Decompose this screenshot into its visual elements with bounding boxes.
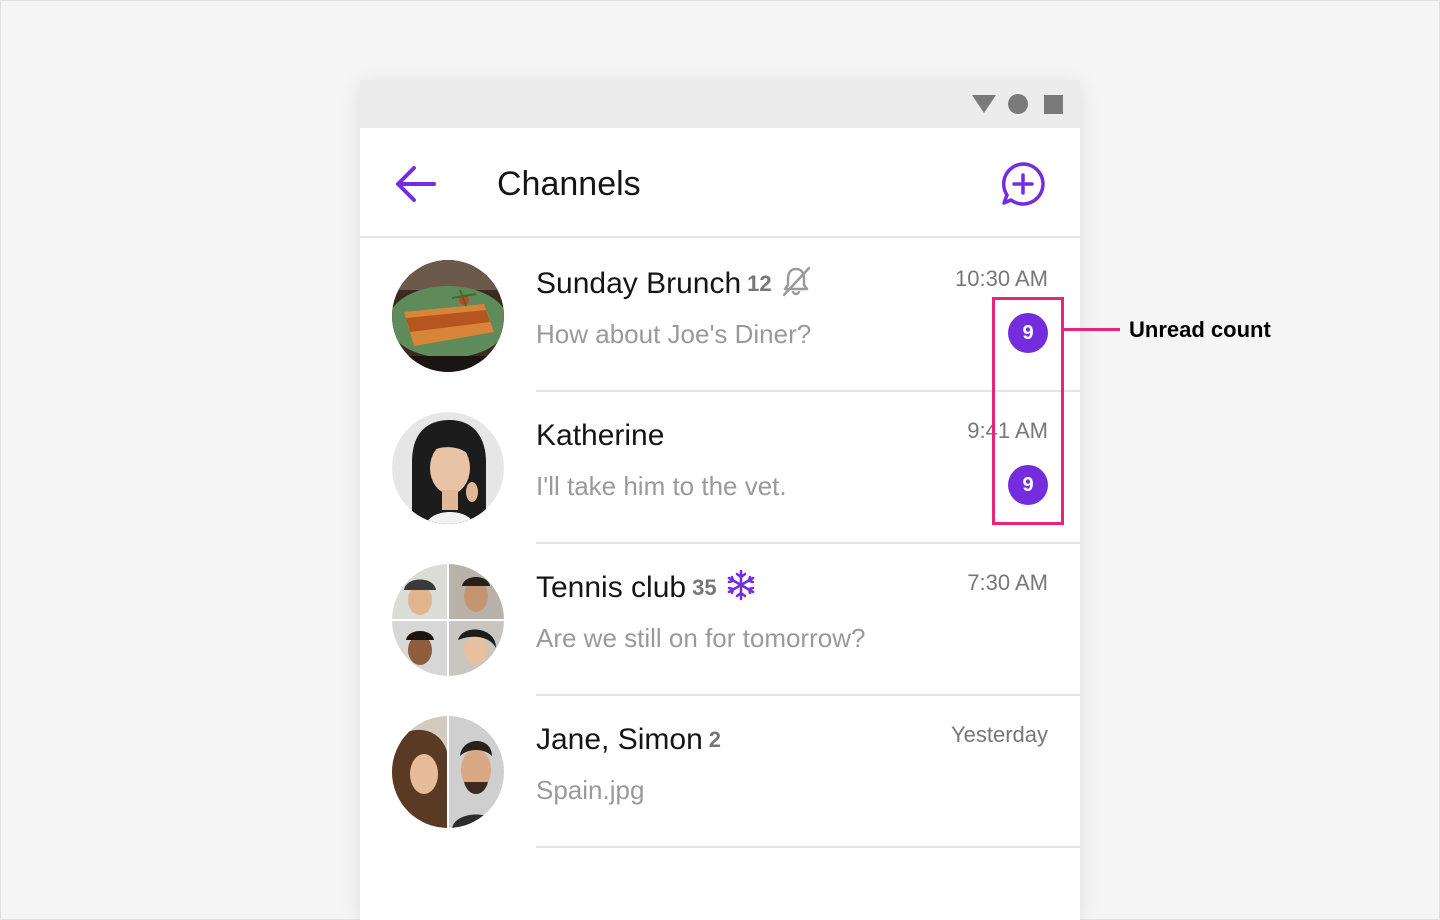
message-preview: Spain.jpg — [536, 775, 645, 805]
avatar-pair-collage — [392, 716, 504, 828]
message-preview: How about Joe's Diner? — [536, 319, 812, 349]
status-bar — [360, 80, 1080, 128]
timestamp: Yesterday — [950, 722, 1048, 747]
app-header: Channels — [360, 128, 1080, 238]
channel-row-tennis-club[interactable]: Tennis club 35 Are we still on for tomorr… — [360, 544, 1080, 696]
phone-screen: Channels Sunday Brunch 12 How about Joe'… — [360, 80, 1080, 920]
page-title: Channels — [497, 165, 641, 203]
message-preview: I'll take him to the vet. — [536, 471, 787, 501]
channel-name-line: Sunday Brunch 12 — [536, 264, 812, 308]
member-count: 35 — [692, 575, 717, 600]
timestamp: 7:30 AM — [967, 570, 1048, 595]
chat-bubble-plus-icon — [1001, 162, 1045, 206]
message-preview: Are we still on for tomorrow? — [536, 623, 866, 653]
avatar-person-photo — [392, 412, 504, 524]
channel-name: Sunday Brunch — [536, 267, 742, 300]
channel-row-katherine[interactable]: Katherine I'll take him to the vet. 9:41… — [360, 392, 1080, 544]
recent-square-icon — [1044, 95, 1063, 114]
channel-name: Tennis club — [536, 571, 687, 604]
snowflake-frozen-icon — [725, 569, 757, 612]
member-count: 2 — [708, 727, 722, 752]
avatar-group-collage — [392, 564, 504, 676]
annotation-label: Unread count — [1129, 317, 1271, 342]
member-count: 12 — [747, 271, 772, 296]
channel-row-jane-simon[interactable]: Jane, Simon 2 Spain.jpg Yesterday — [360, 696, 1080, 848]
new-channel-button[interactable] — [1000, 161, 1046, 207]
channel-name: Katherine — [536, 419, 665, 452]
annotation-highlight-box — [992, 297, 1064, 525]
row-divider — [536, 846, 1080, 848]
channel-name-line: Katherine — [536, 416, 664, 456]
avatar-food-photo — [392, 260, 504, 372]
signal-triangle-icon — [972, 95, 996, 113]
channel-name-line: Jane, Simon 2 — [536, 720, 721, 760]
channel-name: Jane, Simon — [536, 723, 703, 756]
bell-muted-icon — [780, 265, 812, 308]
annotation-leader-line — [1062, 328, 1120, 331]
arrow-left-icon — [396, 166, 436, 202]
channel-name-line: Tennis club 35 — [536, 568, 757, 612]
back-button[interactable] — [394, 165, 436, 203]
timestamp: 10:30 AM — [955, 266, 1048, 291]
battery-dot-icon — [1008, 94, 1028, 114]
channel-row-sunday-brunch[interactable]: Sunday Brunch 12 How about Joe's Diner? 1… — [360, 240, 1080, 392]
